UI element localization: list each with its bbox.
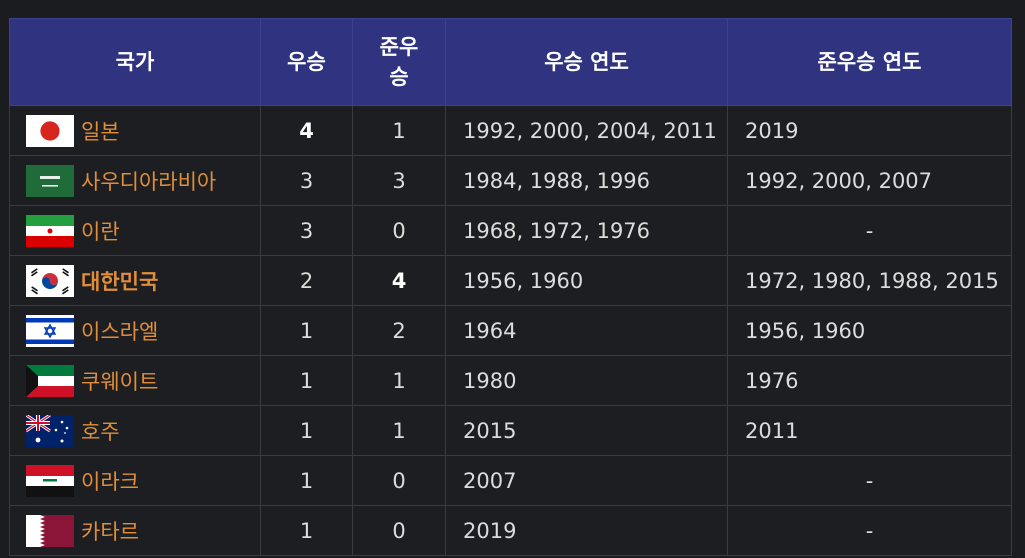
- country-cell: 쿠웨이트: [9, 355, 261, 406]
- iraq-flag-icon[interactable]: [26, 464, 74, 497]
- runner-up-years-cell: -: [727, 505, 1012, 556]
- runner-up-years-cell: -: [727, 205, 1012, 256]
- win-years-cell: 1984, 1988, 1996: [445, 155, 728, 206]
- runner-up-years-cell: -: [727, 455, 1012, 506]
- country-link[interactable]: 쿠웨이트: [81, 370, 158, 394]
- header-win-years[interactable]: 우승 연도: [445, 18, 728, 106]
- table-header-row: 국가 우승 준우승 우승 연도 준우승 연도: [9, 18, 1012, 106]
- win-years-cell: 1992, 2000, 2004, 2011: [445, 105, 728, 156]
- table-row: 카타르 1 0 2019 -: [9, 505, 1012, 556]
- runner-up-years-cell: 2011: [727, 405, 1012, 456]
- country-link[interactable]: 이스라엘: [81, 320, 158, 344]
- header-runner-up-years[interactable]: 준우승 연도: [727, 18, 1012, 106]
- runner-up-cell: 1: [352, 105, 446, 156]
- country-cell: 사우디아라비아: [9, 155, 261, 206]
- win-years-cell: 1956, 1960: [445, 255, 728, 306]
- japan-flag-icon[interactable]: [26, 114, 74, 147]
- country-cell: 이스라엘: [9, 305, 261, 356]
- win-years-cell: 1980: [445, 355, 728, 406]
- runner-up-years-cell: 2019: [727, 105, 1012, 156]
- header-country[interactable]: 국가: [9, 18, 261, 106]
- country-cell: 이란: [9, 205, 261, 256]
- runner-up-years-cell: 1956, 1960: [727, 305, 1012, 356]
- south-korea-flag-icon[interactable]: [26, 264, 74, 297]
- country-link[interactable]: 이라크: [81, 470, 139, 494]
- country-link[interactable]: 대한민국: [81, 270, 158, 294]
- runner-up-cell: 2: [352, 305, 446, 356]
- country-cell: 카타르: [9, 505, 261, 556]
- wins-cell: 2: [260, 255, 353, 306]
- wins-cell: 1: [260, 405, 353, 456]
- israel-flag-icon[interactable]: [26, 314, 74, 347]
- win-years-cell: 2015: [445, 405, 728, 456]
- kuwait-flag-icon[interactable]: [26, 364, 74, 397]
- table-row: 쿠웨이트 1 1 1980 1976: [9, 355, 1012, 406]
- results-table-container: 국가 우승 준우승 우승 연도 준우승 연도 일본 4 1 1992, 2000…: [9, 18, 1012, 556]
- table-row: 이라크 1 0 2007 -: [9, 455, 1012, 506]
- table-row: 대한민국 2 4 1956, 1960 1972, 1980, 1988, 20…: [9, 255, 1012, 306]
- wins-cell: 1: [260, 455, 353, 506]
- table-row: 호주 1 1 2015 2011: [9, 405, 1012, 456]
- wins-cell: 1: [260, 355, 353, 406]
- runner-up-cell: 0: [352, 205, 446, 256]
- runner-up-cell: 0: [352, 505, 446, 556]
- runner-up-cell: 1: [352, 355, 446, 406]
- wins-cell: 4: [260, 105, 353, 156]
- win-years-cell: 2019: [445, 505, 728, 556]
- table-row: 이란 3 0 1968, 1972, 1976 -: [9, 205, 1012, 256]
- table-row: 사우디아라비아 3 3 1984, 1988, 1996 1992, 2000,…: [9, 155, 1012, 206]
- table-row: 일본 4 1 1992, 2000, 2004, 2011 2019: [9, 105, 1012, 156]
- header-wins[interactable]: 우승: [260, 18, 353, 106]
- country-link[interactable]: 호주: [81, 420, 120, 444]
- country-link[interactable]: 카타르: [81, 520, 139, 544]
- country-cell: 대한민국: [9, 255, 261, 306]
- qatar-flag-icon[interactable]: [26, 514, 74, 547]
- header-runner-up-label: 준우승: [379, 35, 419, 89]
- country-link[interactable]: 일본: [81, 120, 120, 144]
- table-row: 이스라엘 1 2 1964 1956, 1960: [9, 305, 1012, 356]
- country-cell: 호주: [9, 405, 261, 456]
- runner-up-years-cell: 1976: [727, 355, 1012, 406]
- asian-cup-results-table: 국가 우승 준우승 우승 연도 준우승 연도 일본 4 1 1992, 2000…: [9, 18, 1012, 556]
- saudi-arabia-flag-icon[interactable]: [26, 164, 74, 197]
- runner-up-years-cell: 1992, 2000, 2007: [727, 155, 1012, 206]
- runner-up-cell: 1: [352, 405, 446, 456]
- header-runner-up[interactable]: 준우승: [352, 18, 446, 106]
- runner-up-years-cell: 1972, 1980, 1988, 2015: [727, 255, 1012, 306]
- win-years-cell: 1964: [445, 305, 728, 356]
- runner-up-cell: 4: [352, 255, 446, 306]
- wins-cell: 3: [260, 205, 353, 256]
- australia-flag-icon[interactable]: [26, 414, 74, 447]
- runner-up-cell: 0: [352, 455, 446, 506]
- iran-flag-icon[interactable]: [26, 214, 74, 247]
- runner-up-cell: 3: [352, 155, 446, 206]
- win-years-cell: 1968, 1972, 1976: [445, 205, 728, 256]
- country-cell: 일본: [9, 105, 261, 156]
- wins-cell: 1: [260, 505, 353, 556]
- win-years-cell: 2007: [445, 455, 728, 506]
- country-cell: 이라크: [9, 455, 261, 506]
- wins-cell: 3: [260, 155, 353, 206]
- country-link[interactable]: 사우디아라비아: [81, 170, 216, 194]
- wins-cell: 1: [260, 305, 353, 356]
- country-link[interactable]: 이란: [81, 220, 120, 244]
